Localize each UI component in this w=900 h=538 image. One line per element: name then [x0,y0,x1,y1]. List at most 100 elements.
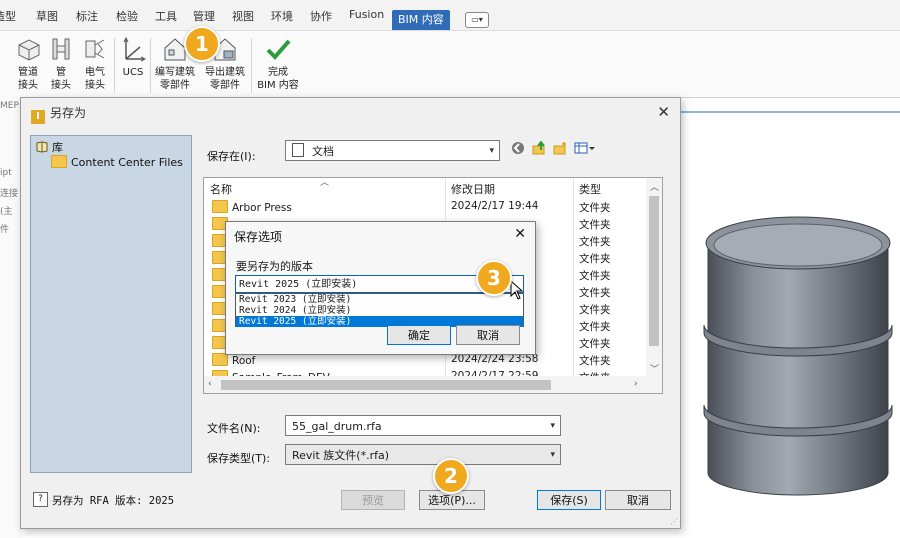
folder-icon [51,155,67,168]
export-building-component-label-1: 导出建筑 [205,67,245,78]
file-date: 2024/2/17 19:44 [451,200,539,212]
duct-connector-label-2: 接头 [51,80,71,91]
electrical-connector-label-1: 电气 [85,67,105,78]
scroll-left-icon[interactable]: ‹ [208,379,212,389]
author-building-component-label-1: 编写建筑 [155,67,195,78]
column-header-type[interactable]: 类型 [579,181,601,197]
save-in-label: 保存在(I): [207,150,256,163]
pipe-connector-button[interactable]: 管道 接头 [10,35,46,92]
back-icon[interactable] [510,141,526,157]
electrical-connector-label-2: 接头 [85,80,105,91]
left-fragment-text: (主 [0,207,13,217]
tab-overflow-dropdown[interactable]: ▭▾ [465,12,489,28]
ribbon-separator [114,38,115,93]
electrical-connector-button[interactable]: 电气 接头 [78,35,112,92]
duct-connector-button[interactable]: 管 接头 [46,35,76,92]
close-icon[interactable]: ✕ [657,103,670,121]
ucs-axes-icon [123,36,146,62]
file-type: 文件夹 [579,321,611,333]
close-icon[interactable]: ✕ [514,226,526,242]
electrical-connector-icon [85,39,105,59]
finish-bim-content-label-1: 完成 [268,67,288,78]
document-icon [292,143,304,157]
preview-button[interactable]: 预览 [341,490,405,510]
tab-tools[interactable]: 工具 [155,8,177,24]
place-library[interactable]: 库 [35,139,63,155]
file-list-vertical-scrollbar[interactable]: ︿ ﹀ [646,178,662,376]
file-row[interactable]: Arbor Press 2024/2/17 19:44 文件夹 [204,198,644,215]
tab-manage[interactable]: 管理 [193,8,215,24]
left-fragment-text: 连接 [0,189,19,199]
pipe-connector-label-1: 管道 [18,67,38,78]
tab-modeling[interactable]: 造型 [0,8,16,24]
file-list-horizontal-scrollbar[interactable]: ‹ › [204,376,662,393]
place-library-label: 库 [52,141,63,154]
drum-model-render [703,216,893,496]
file-type: 文件夹 [579,253,611,265]
step-callout-2: 2 [433,458,469,494]
version-option[interactable]: Revit 2023 (立即安装) [236,294,523,305]
file-type: 文件夹 [579,270,611,282]
tab-environment[interactable]: 环境 [271,8,293,24]
save-as-title-text: 另存为 [50,106,87,120]
places-pane: 库 Content Center Files [30,135,192,473]
tab-fusion[interactable]: Fusion [349,8,384,21]
file-name: Roof [232,355,256,367]
scroll-down-icon[interactable]: ﹀ [650,362,659,375]
view-menu-icon[interactable] [574,141,596,157]
options-cancel-button[interactable]: 取消 [456,325,520,345]
save-options-title: 保存选项 [234,230,283,244]
filetype-dropdown[interactable]: Revit 族文件(*.rfa) ▾ [285,444,561,465]
tab-sketch[interactable]: 草图 [36,8,58,24]
file-name: Arbor Press [232,202,292,214]
new-folder-icon[interactable] [552,141,568,157]
tab-collaborate[interactable]: 协作 [310,8,332,24]
cancel-button[interactable]: 取消 [605,490,671,510]
ribbon-separator [251,38,252,93]
duct-connector-icon [52,38,70,60]
tab-bim-content[interactable]: BIM 内容 [392,10,450,30]
filename-label: 文件名(N): [207,422,261,435]
mouse-cursor-icon [510,280,524,300]
left-fragment-text: 件 [0,225,10,235]
folder-icon [212,200,228,213]
column-header-date[interactable]: 修改日期 [451,181,495,197]
tab-annotate[interactable]: 标注 [76,8,98,24]
graphics-window-border [680,111,900,113]
pipe-connector-label-2: 接头 [18,80,38,91]
tab-inspect[interactable]: 检验 [116,8,138,24]
resize-grip-icon[interactable]: ⋰ [670,517,678,526]
author-building-component-label-2: 零部件 [160,80,190,91]
up-folder-icon[interactable] [531,140,547,157]
filetype-value: Revit 族文件(*.rfa) [292,449,390,462]
file-type: 文件夹 [579,219,611,231]
ribbon-tab-bar: 造型 草图 标注 检验 工具 管理 视图 环境 协作 Fusion BIM 内容… [0,0,900,31]
file-type: 文件夹 [579,338,611,350]
file-type: 文件夹 [579,287,611,299]
place-content-center-files[interactable]: Content Center Files [51,155,183,169]
save-as-title: I 另存为 [31,104,86,124]
vertical-scroll-thumb[interactable] [649,196,659,346]
version-select-value: Revit 2025 (立即安装) [239,279,358,290]
save-in-value: 文档 [312,145,334,158]
column-header-name[interactable]: 名称 [210,181,232,197]
file-type: 文件夹 [579,355,611,367]
finish-bim-content-button[interactable]: 完成 BIM 内容 [254,35,302,92]
ucs-button[interactable]: UCS [118,35,148,79]
ok-button[interactable]: 确定 [387,325,451,345]
library-icon [35,141,49,153]
version-option[interactable]: Revit 2024 (立即安装) [236,305,523,316]
duct-connector-label-1: 管 [56,67,66,78]
version-label: 要另存为的版本 [236,260,313,273]
pipe-connector-icon [18,39,40,61]
scroll-up-icon[interactable]: ︿ [650,180,659,193]
help-icon[interactable]: ? [33,492,48,507]
scroll-right-icon[interactable]: › [634,379,638,389]
save-in-dropdown[interactable]: 文档 ▾ [285,140,500,161]
save-button[interactable]: 保存(S) [537,490,601,510]
tab-view[interactable]: 视图 [232,8,254,24]
horizontal-scroll-thumb[interactable] [221,380,551,390]
filename-input[interactable]: 55_gal_drum.rfa ▾ [285,415,561,436]
chevron-down-icon[interactable]: ▾ [550,416,555,437]
export-building-component-label-2: 零部件 [210,80,240,91]
